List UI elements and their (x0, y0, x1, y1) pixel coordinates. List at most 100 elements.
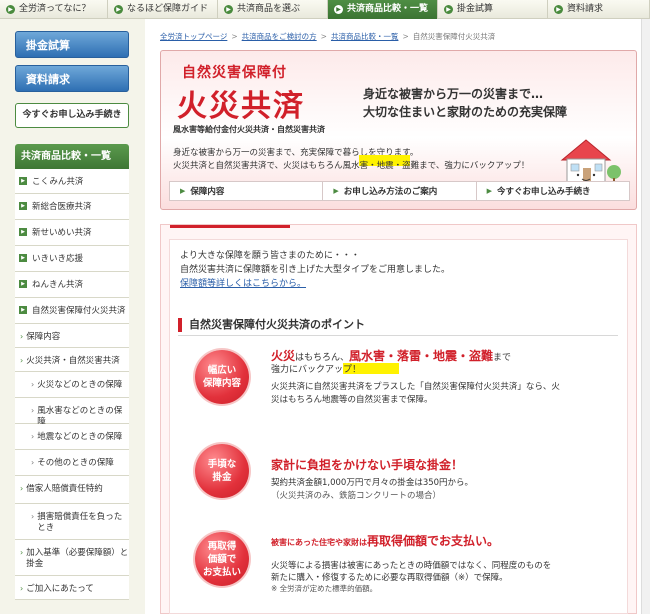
hero-nav-how-to-apply[interactable]: ▶ お申し込み方法のご案内 (323, 182, 477, 200)
chevron-right-icon: ▶ (19, 202, 27, 210)
breadcrumb-separator: > (231, 32, 238, 41)
nav-tab-estimate[interactable]: ▶ 掛金試算 (438, 0, 548, 19)
chevron-right-icon: ▶ (19, 177, 27, 185)
hero-catch-1: 身近な被害から万一の災害まで… (363, 87, 544, 101)
breadcrumb-link[interactable]: 共済商品比較・一覧 (331, 32, 399, 41)
hero-nav-label: 保障内容 (190, 187, 225, 197)
sidebar-menu-item[interactable]: ▶ 新総合医療共済 (15, 194, 129, 220)
point-1-head-d: まで (493, 353, 512, 363)
panel-accent-line (170, 225, 290, 228)
sidebar-menu-item[interactable]: › 借家人賠償責任特約 (15, 476, 129, 504)
top-nav: ▶ 全労済ってなに？ ▶ なるほど保障ガイド ▶ 共済商品を選ぶ ▶ 共済商品比較・一覧… (0, 0, 650, 19)
sidebar-menu-item[interactable]: › 地震などのときの保障 (15, 424, 129, 450)
hero-catch-2: 大切な住まいと家財のための充実保障 (363, 105, 568, 119)
chevron-right-icon: ▶ (444, 5, 453, 14)
sidebar-menu-label: 新総合医療共済 (32, 202, 92, 212)
hero-nav-label: お申し込み方法のご案内 (343, 187, 438, 197)
chevron-right-icon: ▶ (334, 5, 343, 14)
point-2-body-2: （火災共済のみ、鉄筋コンクリートの場合） (271, 491, 442, 501)
point-1-body-2: 災はもちろん地震等の自然災害まで保障。 (271, 395, 433, 405)
badge-affordable: 手頃な 掛金 (195, 444, 249, 498)
sidebar-menu-item[interactable]: › 加入基準（必要保障額）と掛金 (15, 540, 129, 576)
hero-subtitle: 自然災害保障付 (182, 65, 287, 81)
sidebar-menu-item[interactable]: ▶ こくみん共済 (15, 169, 129, 194)
sidebar-menu-item[interactable]: › 火災などのときの保障 (15, 372, 129, 398)
point-3-head-a: 被害にあった住宅や家財は (271, 538, 367, 547)
chevron-right-icon: › (31, 512, 35, 521)
sidebar-menu-label: 自然災害保障付火災共済 (32, 306, 126, 316)
nav-tab-select[interactable]: ▶ 共済商品を選ぶ (218, 0, 328, 19)
nav-tab-request[interactable]: ▶ 資料請求 (548, 0, 650, 19)
sidebar-menu-item[interactable]: › ご加入にあたって (15, 576, 129, 600)
sidebar-menu-item[interactable]: ▶ ねんきん共済 (15, 272, 129, 298)
sidebar-menu-item[interactable]: › 火災共済・自然災害共済 (15, 348, 129, 372)
point-3-footnote: ※ 全労済が定めた標準的価額。 (271, 584, 378, 593)
chevron-right-icon: › (31, 380, 35, 389)
chevron-right-icon: › (20, 584, 24, 593)
page-scrollbar[interactable] (641, 19, 650, 614)
section-title: 自然災害保障付火災共済のポイント (178, 318, 365, 332)
hero-desc-2: 火災共済と自然災害共済で、火災はもちろん風水害・地震・盗難まで、強力にバックアッ… (173, 159, 529, 171)
chevron-right-icon: › (20, 548, 24, 557)
chevron-right-icon: › (20, 356, 24, 365)
badge-text: 再取得 (207, 540, 237, 552)
chevron-right-icon: › (31, 406, 35, 415)
sidebar-menu-label: 地震などのときの保障 (37, 432, 123, 442)
chevron-right-icon: ▶ (19, 228, 27, 236)
chevron-right-icon: ▶ (554, 5, 563, 14)
point-3-body-2: 新たに購入・修復するために必要な再取得価額（※）で保障。 (271, 573, 508, 583)
sidebar-menu-heading: 共済商品比較・一覧 (15, 144, 129, 169)
hero-nav-apply-now[interactable]: ▶ 今すぐお申し込み手続き (477, 182, 629, 200)
sidebar-menu-label: 新せいめい共済 (32, 228, 92, 238)
nav-tab-label: なるほど保障ガイド (127, 4, 209, 14)
sidebar-menu-label: ねんきん共済 (32, 280, 84, 290)
chevron-right-icon: ▶ (6, 5, 15, 14)
sidebar-menu-item[interactable]: ▶ 自然災害保障付火災共済 (15, 298, 129, 324)
point-3-body-1: 火災等による損害は被害にあったときの時価額ではなく、同程度のものを (271, 561, 552, 571)
chevron-right-icon: ▶ (333, 187, 339, 195)
sidebar-menu-item[interactable]: › その他のときの保障 (15, 450, 129, 476)
breadcrumb-current: 自然災害保障付火災共済 (412, 32, 496, 41)
breadcrumb-link[interactable]: 共済商品をご検討の方 (242, 32, 317, 41)
breadcrumb-link[interactable]: 全労済トップページ (160, 32, 227, 41)
house-icon (560, 139, 621, 185)
badge-text: 保障内容 (202, 378, 241, 389)
nav-tab-label: 掛金試算 (457, 4, 494, 14)
sidebar-menu-item[interactable]: ▶ いきいき応援 (15, 246, 129, 272)
point-1-head-e: 強力にバックアップ！ (271, 365, 362, 375)
left-sidebar: 掛金試算 資料請求 今すぐお申し込み手続き 共済商品比較・一覧 ▶ こくみん共済 ▶… (0, 19, 145, 614)
chevron-right-icon: › (20, 484, 24, 493)
chevron-right-icon: ▶ (180, 187, 186, 195)
badge-text: 手頃な (207, 459, 237, 470)
nav-tab-guide[interactable]: ▶ なるほど保障ガイド (108, 0, 218, 19)
nav-tab-label: 全労済ってなに？ (19, 4, 91, 14)
nav-tab-about[interactable]: ▶ 全労済ってなに？ (0, 0, 108, 19)
apply-now-button[interactable]: 今すぐお申し込み手続き (15, 103, 129, 128)
sidebar-menu-label: ご加入にあたって (26, 584, 94, 594)
sidebar-menu-item[interactable]: › 保障内容 (15, 324, 129, 348)
point-1-head-a: 火災 (271, 349, 296, 363)
hero-tagline: 風水害等給付金付火災共済・自然災害共済 (173, 125, 325, 134)
sidebar-menu-label: 火災共済・自然災害共済 (26, 356, 120, 366)
sidebar-menu-label: 損害賠償責任を負ったとき (37, 512, 123, 533)
point-1-subheading: 強力にバックアップ！ (271, 362, 361, 375)
estimate-button[interactable]: 掛金試算 (15, 31, 129, 58)
breadcrumb-separator: > (320, 32, 327, 41)
chevron-right-icon: ▶ (486, 187, 493, 195)
request-button[interactable]: 資料請求 (15, 65, 129, 92)
hero-nav: ▶ 保障内容 ▶ お申し込み方法のご案内 ▶ 今すぐお申し込み手続き (169, 181, 630, 201)
nav-tab-compare[interactable]: ▶ 共済商品比較・一覧 (328, 0, 438, 19)
chevron-right-icon: › (20, 332, 24, 341)
chevron-right-icon: ▶ (114, 5, 123, 14)
point-3-head-b: 再取得価額でお支払い。 (367, 534, 500, 548)
sidebar-menu-item[interactable]: ▶ 新せいめい共済 (15, 220, 129, 246)
hero-nav-coverage[interactable]: ▶ 保障内容 (170, 182, 324, 200)
hero-banner: 自然災害保障付 火災共済 風水害等給付金付火災共済・自然災害共済 身近な被害から… (160, 50, 637, 210)
intro-line-2: 自然災害共済に保障額を引き上げた大型タイプをご用意しました。 (180, 265, 451, 275)
sidebar-menu-item[interactable]: › 風水害などのときの保障 (15, 398, 129, 427)
sidebar-menu: ▶ こくみん共済 ▶ 新総合医療共済 ▶ 新せいめい共済 ▶ いきいき応援 ▶ ねんきん共済 ▶ 自然… (15, 169, 129, 600)
badge-text: お支払い (202, 566, 241, 578)
details-link[interactable]: 保障額等詳しくはこちらから。 (180, 276, 306, 289)
sidebar-menu-item[interactable]: › 損害賠償責任を負ったとき (15, 504, 129, 540)
chevron-right-icon: › (31, 432, 35, 441)
